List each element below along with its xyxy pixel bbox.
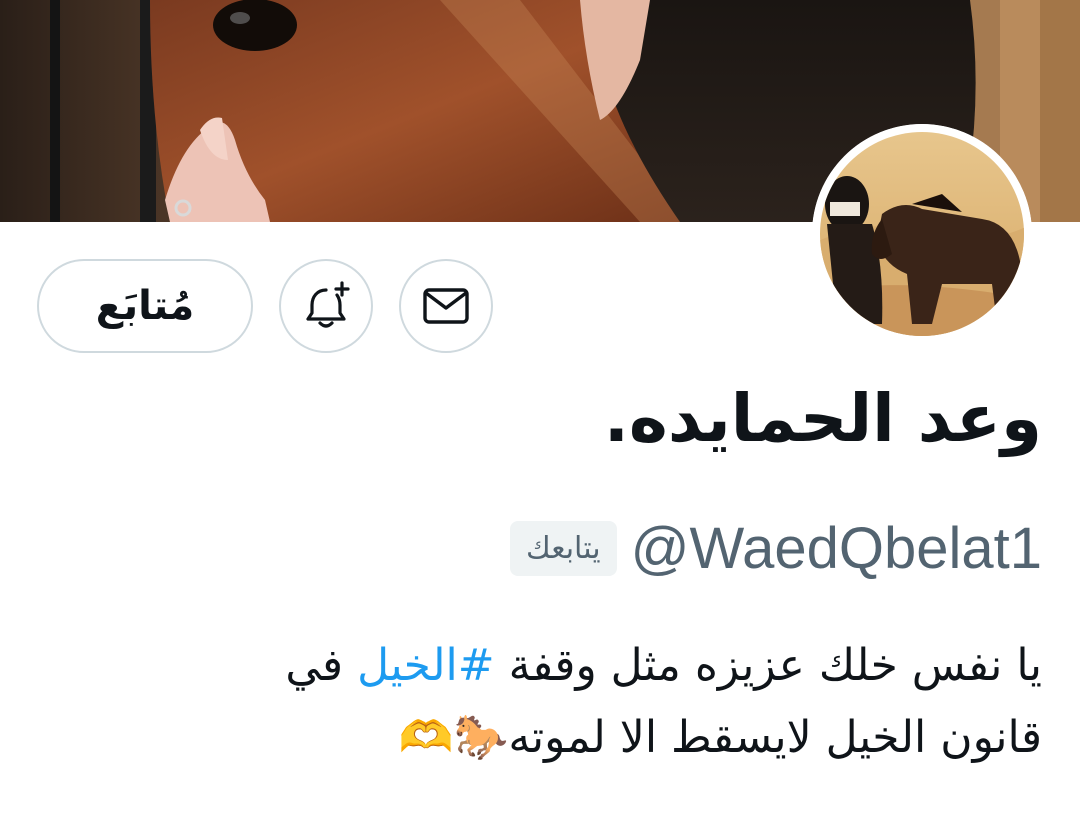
bell-plus-icon <box>306 281 350 328</box>
bio-emoji: 🐎🫶 <box>398 712 509 763</box>
display-name: وعد الحمايده. <box>603 380 1042 457</box>
message-button[interactable] <box>399 259 493 353</box>
bio-text: يا نفس خلك عزيزه مثل وقفة <box>508 640 1042 691</box>
following-button[interactable]: مُتابَع <box>37 259 253 353</box>
handle-row: يتابعك @WaedQbelat1 <box>509 510 1042 586</box>
envelope-icon <box>423 288 469 324</box>
bio-text: قانون الخيل لايسقط الا لموته <box>508 712 1042 763</box>
avatar-image <box>812 124 1032 344</box>
avatar[interactable] <box>812 124 1032 344</box>
username-handle: @WaedQbelat1 <box>630 515 1042 581</box>
hashtag-link[interactable]: #الخيل <box>357 640 495 691</box>
bio: يا نفس خلك عزيزه مثل وقفة #الخيل في قانو… <box>38 630 1042 774</box>
bio-text: في <box>285 640 344 691</box>
following-button-label: مُتابَع <box>95 283 195 329</box>
notifications-button[interactable] <box>279 259 373 353</box>
follows-you-badge: يتابعك <box>509 520 617 576</box>
